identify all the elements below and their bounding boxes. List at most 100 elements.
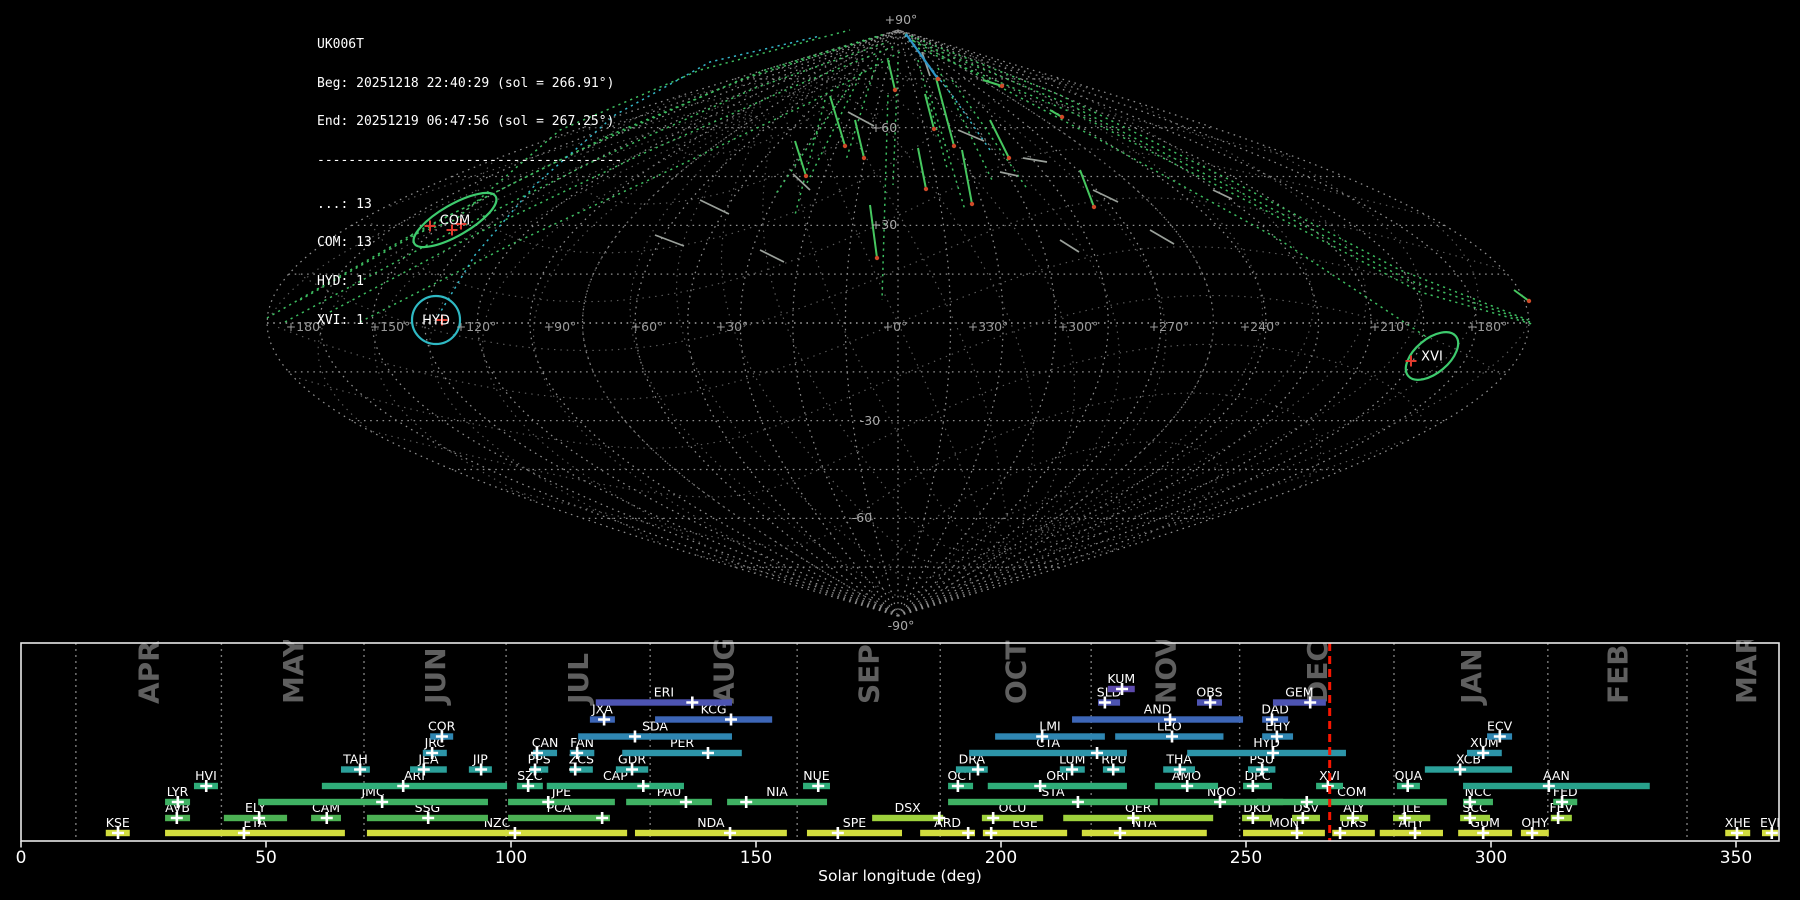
- shower-label-AND: AND: [1144, 702, 1172, 717]
- grid2-line: [954, 549, 1011, 596]
- shower-peak-ARD: [962, 827, 974, 839]
- grid2-line: [968, 54, 1262, 531]
- shower-bar-JMC: [258, 799, 488, 805]
- meteor-end-dot: [1000, 84, 1004, 88]
- month-label-SEP: SEP: [853, 644, 886, 704]
- latitude-label: +30: [871, 217, 897, 232]
- meteor-shower-member: [855, 120, 864, 158]
- grid2-line: [506, 455, 956, 546]
- month-label-APR: APR: [132, 640, 165, 704]
- grid2-line: [372, 412, 939, 497]
- grid2-line: [697, 494, 972, 594]
- grid2-line: [1031, 440, 1406, 543]
- shower-peak-NZC: [509, 827, 521, 839]
- shower-bar-ERI: [596, 699, 732, 705]
- meteor-end-dot: [1060, 115, 1064, 119]
- shower-path-green: [775, 85, 850, 195]
- axis-tick-label: 100: [495, 848, 527, 868]
- grid2-line: [677, 58, 859, 156]
- shower-path-green: [912, 40, 1530, 322]
- shower-label-NUE: NUE: [803, 768, 829, 783]
- grid2-line: [296, 368, 919, 448]
- count-sporadic: ...: 13: [317, 199, 622, 212]
- meteor-end-dot: [804, 174, 808, 178]
- longitude-label: +180°: [1467, 319, 1508, 334]
- month-label-AUG: AUG: [708, 640, 741, 704]
- shower-peak-STA: [1072, 796, 1084, 808]
- shower-bar-GEM: [1273, 699, 1326, 705]
- shower-bar-JLE: [1393, 815, 1430, 821]
- axis-tick-label: 250: [1230, 848, 1262, 868]
- shower-peak-CAP: [637, 780, 649, 792]
- meteor-sporadic: [655, 235, 684, 246]
- axis-tick-label: 350: [1720, 848, 1752, 868]
- axis-tick-label: 0: [16, 848, 27, 868]
- month-label-MAY: MAY: [277, 640, 310, 704]
- longitude-label: +300°: [1058, 319, 1099, 334]
- count-xvi: XVI: 1: [317, 315, 622, 328]
- grid2-line: [1038, 215, 1478, 537]
- shower-peak-NTA: [1114, 827, 1126, 839]
- meteor-end-dot: [862, 156, 866, 160]
- shower-bar-ETA: [165, 830, 345, 836]
- shower-peak-PAU: [680, 796, 692, 808]
- meteor-end-dot: [843, 144, 847, 148]
- shower-path-green: [918, 48, 1532, 324]
- shower-bar-LMI: [995, 733, 1105, 739]
- axis-tick-label: 300: [1475, 848, 1507, 868]
- grid2-line: [877, 198, 1500, 278]
- shower-bar-CTA: [969, 750, 1127, 756]
- meteor-sporadic: [1213, 190, 1232, 199]
- separator-line: ---------------------------------------: [317, 155, 622, 168]
- longitude-label: +270°: [1149, 319, 1190, 334]
- meteor-sporadic: [700, 200, 729, 214]
- meteor-sporadic: [1023, 158, 1047, 162]
- grid2-line: [956, 393, 1321, 486]
- month-label-OCT: OCT: [1000, 641, 1033, 704]
- longitude-label: +30°: [716, 319, 749, 334]
- meteor-sporadic: [958, 130, 984, 141]
- end-time: End: 20251219 06:47:56 (sol = 267.25°): [317, 116, 622, 129]
- grid2-line: [677, 115, 1006, 579]
- month-label-JUL: JUL: [562, 653, 595, 706]
- shower-peak-PCA: [596, 812, 608, 824]
- meteor-sporadic: [760, 250, 784, 262]
- shower-bar-NDA: [635, 830, 787, 836]
- shower-label-DSX: DSX: [895, 800, 922, 815]
- shower-bar-MON: [1243, 830, 1325, 836]
- latitude-label: -60: [852, 510, 872, 525]
- grid2-line: [722, 114, 1006, 563]
- shower-bar-JPE: [508, 799, 615, 805]
- meteor-shower-member: [795, 141, 806, 176]
- grid2-line: [840, 100, 1290, 191]
- longitude-label: +240°: [1240, 319, 1281, 334]
- meteor-shower-member: [925, 94, 934, 129]
- meteor-end-dot: [1527, 299, 1531, 303]
- month-label-NOV: NOV: [1150, 640, 1183, 704]
- meteor-end-dot: [970, 202, 974, 206]
- meteor-shower-member: [1514, 290, 1529, 301]
- grid2-line: [858, 149, 1425, 234]
- x-axis: 050100150200250300350Solar longitude (de…: [16, 841, 1753, 885]
- radiant-label-XVI: XVI: [1421, 350, 1443, 365]
- grid2-line: [898, 247, 1529, 323]
- latitude-label: +90°: [885, 12, 918, 27]
- shower-bar-COM: [1257, 799, 1447, 805]
- meteor-sporadic: [1150, 230, 1174, 244]
- count-com: COM: 13: [317, 237, 622, 250]
- shower-bar-NZC: [367, 830, 627, 836]
- shower-bar-CAP: [547, 783, 684, 789]
- shower-peak-EGE: [985, 827, 997, 839]
- grid2-line: [790, 50, 1166, 531]
- count-hyd: HYD: 1: [317, 276, 622, 289]
- month-label-JUN: JUN: [419, 647, 452, 706]
- meteor-shower-member: [830, 96, 845, 146]
- meteor-shower-member: [1080, 170, 1094, 207]
- radiant-sky-map: COMHYDXVI+180°+150°+120°+90°+60°+30°+0°+…: [0, 0, 1800, 640]
- shower-bars: KSEETANZCNDASPEARDEGENTAMONURSAHYGUMOHYX…: [106, 671, 1780, 839]
- shower-label-NDA: NDA: [697, 815, 725, 830]
- longitude-label: +330°: [968, 319, 1009, 334]
- shower-peak-PER: [702, 747, 714, 759]
- shower-bar-XCB: [1425, 766, 1512, 772]
- shower-label-AAN: AAN: [1543, 768, 1570, 783]
